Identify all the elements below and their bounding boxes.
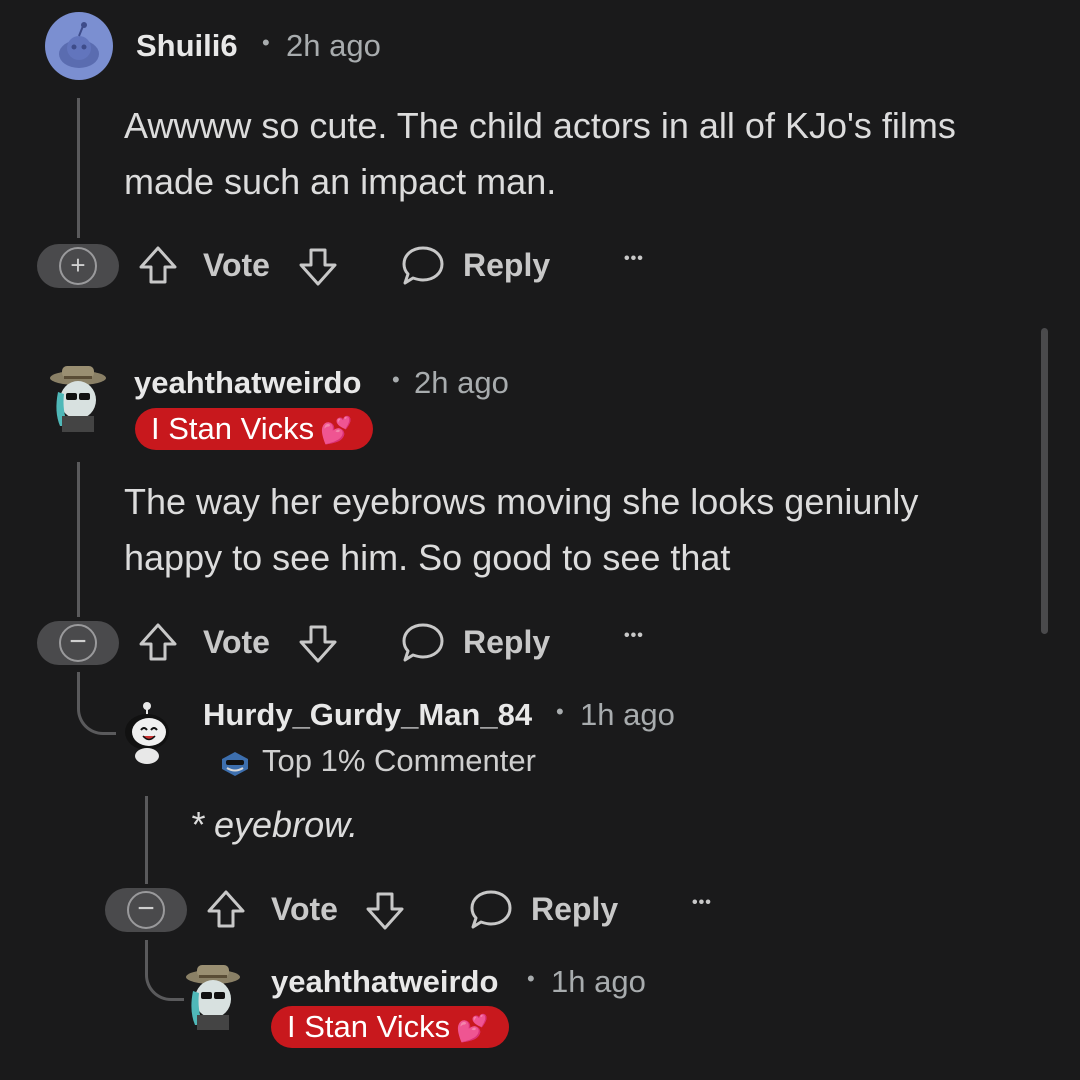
collapse-icon: − xyxy=(59,624,97,662)
snoo-avatar-icon xyxy=(59,22,99,68)
comment-timestamp: 2h ago xyxy=(286,28,381,63)
expand-icon: + xyxy=(59,247,97,285)
thread-line[interactable] xyxy=(145,796,148,884)
upvote-icon[interactable] xyxy=(204,887,248,931)
avatar[interactable] xyxy=(45,12,113,80)
collapse-thread-button[interactable]: + xyxy=(37,244,119,288)
user-flair: I Stan Vicks 💕 xyxy=(135,408,373,450)
flair-text: I Stan Vicks xyxy=(287,1009,451,1044)
downvote-icon[interactable] xyxy=(363,889,407,933)
meta-separator: • xyxy=(392,367,400,392)
collapse-thread-button[interactable]: − xyxy=(37,621,119,665)
comment-body: Awwww so cute. The child actors in all o… xyxy=(124,105,956,202)
top-commenter-badge-icon xyxy=(222,752,248,776)
character-avatar-icon xyxy=(50,366,106,432)
meta-separator: • xyxy=(262,30,270,55)
avatar[interactable] xyxy=(46,360,110,432)
more-options-button[interactable]: ••• xyxy=(692,894,712,912)
comment-username[interactable]: yeahthatweirdo xyxy=(134,365,361,401)
meta-separator: • xyxy=(556,699,564,724)
comment-body: * eyebrow. xyxy=(190,804,359,845)
downvote-icon[interactable] xyxy=(296,245,340,289)
collapse-thread-button[interactable]: − xyxy=(105,888,187,932)
avatar[interactable] xyxy=(117,696,177,764)
heart-emoji-icon: 💕 xyxy=(456,1013,489,1043)
comment-timestamp: 1h ago xyxy=(580,697,675,732)
reply-icon[interactable] xyxy=(400,620,446,666)
snoo-avatar-icon xyxy=(125,702,169,764)
comment-timestamp: 2h ago xyxy=(414,365,509,400)
vote-label: Vote xyxy=(203,624,270,660)
thread-line[interactable] xyxy=(77,98,80,238)
reply-icon[interactable] xyxy=(468,887,514,933)
comment-timestamp: 1h ago xyxy=(551,964,646,999)
character-avatar-icon xyxy=(186,965,240,1030)
comment-username[interactable]: Shuili6 xyxy=(136,28,238,64)
top-commenter-badge: Top 1% Commenter xyxy=(262,743,536,778)
reply-button[interactable]: Reply xyxy=(463,624,550,661)
vote-label: Vote xyxy=(271,891,338,927)
more-options-button[interactable]: ••• xyxy=(624,250,644,268)
flair-text: I Stan Vicks xyxy=(151,411,315,446)
collapse-icon: − xyxy=(127,891,165,929)
reply-icon[interactable] xyxy=(400,243,446,289)
vote-label: Vote xyxy=(203,247,270,283)
thread-connector xyxy=(145,940,184,1001)
thread-connector xyxy=(77,672,116,735)
meta-separator: • xyxy=(527,966,535,991)
thread-line[interactable] xyxy=(77,462,80,617)
scrollbar[interactable] xyxy=(1041,328,1048,634)
upvote-icon[interactable] xyxy=(136,620,180,664)
avatar[interactable] xyxy=(182,960,244,1030)
heart-emoji-icon: 💕 xyxy=(320,415,353,445)
user-flair: I Stan Vicks 💕 xyxy=(271,1006,509,1048)
comment-username[interactable]: Hurdy_Gurdy_Man_84 xyxy=(203,697,532,733)
comment-username[interactable]: yeahthatweirdo xyxy=(271,964,498,1000)
reply-button[interactable]: Reply xyxy=(463,247,550,284)
comment-body: The way her eyebrows moving she looks ge… xyxy=(124,481,919,578)
downvote-icon[interactable] xyxy=(296,622,340,666)
reply-button[interactable]: Reply xyxy=(531,891,618,928)
upvote-icon[interactable] xyxy=(136,243,180,287)
more-options-button[interactable]: ••• xyxy=(624,627,644,645)
